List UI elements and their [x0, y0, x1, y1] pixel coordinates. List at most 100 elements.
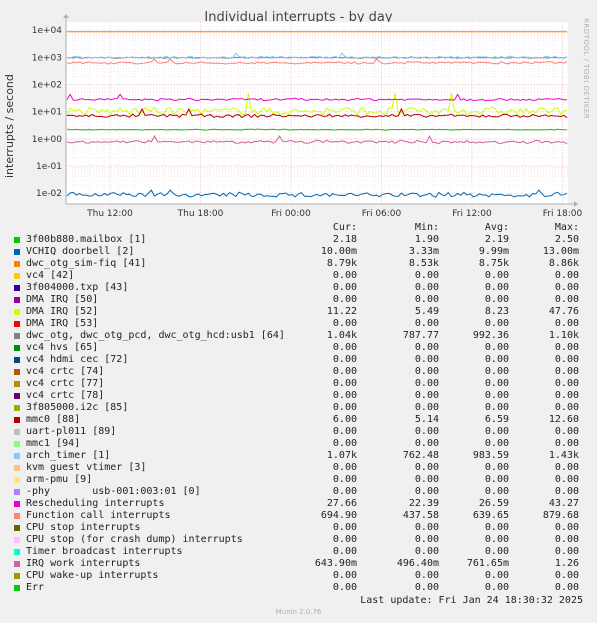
legend-series-name: 3f004000.txp [43]	[26, 282, 129, 293]
legend-avg-value: 0.00	[484, 534, 509, 545]
legend-max-value: 0.00	[554, 582, 579, 593]
legend-series-name: dwc_otg, dwc_otg_pcd, dwc_otg_hcd:usb1 […	[26, 330, 285, 341]
legend-cur-value: 0.00	[332, 318, 357, 329]
legend-swatch	[14, 501, 20, 507]
x-tick-label: Fri 06:00	[362, 209, 402, 219]
legend-cur-value: 8.79k	[326, 258, 357, 269]
legend-swatch	[14, 417, 20, 423]
legend-avg-value: 0.00	[484, 402, 509, 413]
legend-avg-value: 9.99m	[478, 246, 509, 257]
legend-avg-value: 0.00	[484, 570, 509, 581]
legend-cur-value: 643.90m	[314, 558, 357, 569]
legend-swatch	[14, 561, 20, 567]
legend-max-value: 0.00	[554, 378, 579, 389]
legend-min-value: 496.40m	[396, 558, 439, 569]
legend-row: kvm guest vtimer [3] 0.00 0.00 0.00 0.00	[14, 462, 584, 474]
y-tick-label: 1e-01	[36, 162, 62, 172]
legend-min-value: 0.00	[414, 390, 439, 401]
legend-max-value: 0.00	[554, 270, 579, 281]
legend-avg-value: 0.00	[484, 282, 509, 293]
legend-avg-value: 639.65	[472, 510, 509, 521]
legend-max-value: 0.00	[554, 486, 579, 497]
legend-swatch	[14, 249, 20, 255]
legend-max-value: 1.26	[554, 558, 579, 569]
legend-cur-value: 0.00	[332, 294, 357, 305]
legend-avg-value: 0.00	[484, 426, 509, 437]
legend-row: 3f805000.i2c [85] 0.00 0.00 0.00 0.00	[14, 402, 584, 414]
legend-swatch	[14, 429, 20, 435]
legend-series-name: arm-pmu [9]	[26, 474, 93, 485]
y-tick-label: 1e+02	[32, 81, 62, 91]
legend-max-value: 0.00	[554, 522, 579, 533]
legend-min-value: 1.90	[414, 234, 439, 245]
legend-swatch	[14, 441, 20, 447]
legend-row: vc4 crtc [77] 0.00 0.00 0.00 0.00	[14, 378, 584, 390]
legend-avg-value: 0.00	[484, 522, 509, 533]
legend-swatch	[14, 489, 20, 495]
legend-avg-value: 0.00	[484, 342, 509, 353]
legend-min-value: 0.00	[414, 342, 439, 353]
legend-series-name: kvm guest vtimer [3]	[26, 462, 147, 473]
legend-series-name: dwc_otg_sim-fiq [41]	[26, 258, 147, 269]
y-tick-label: 1e+03	[32, 53, 62, 63]
legend-max-value: 0.00	[554, 318, 579, 329]
x-tick-label: Fri 18:00	[543, 209, 583, 219]
legend-max-value: 43.27	[548, 498, 579, 509]
legend-min-value: 0.00	[414, 486, 439, 497]
x-axis-arrow	[574, 201, 578, 207]
legend-swatch	[14, 585, 20, 591]
legend-row: arch_timer [1] 1.07k 762.48 983.59 1.43k	[14, 450, 584, 462]
legend-cur-value: 0.00	[332, 474, 357, 485]
legend-min-value: 0.00	[414, 354, 439, 365]
legend-row: vc4 hdmi cec [72] 0.00 0.00 0.00 0.00	[14, 354, 584, 366]
legend-swatch	[14, 549, 20, 555]
legend-rows: 3f00b880.mailbox [1] 2.18 1.90 2.19 2.50 VCHI…	[14, 234, 584, 594]
legend-max-value: 0.00	[554, 546, 579, 557]
legend-row: Rescheduling interrupts 27.66 22.39 26.59 43…	[14, 498, 584, 510]
legend-row: uart-pl011 [89] 0.00 0.00 0.00 0.00	[14, 426, 584, 438]
legend-swatch	[14, 321, 20, 327]
legend-cur-value: 0.00	[332, 426, 357, 437]
x-tick-label: Fri 00:00	[271, 209, 311, 219]
legend-avg-value: 0.00	[484, 438, 509, 449]
last-update: Last update: Fri Jan 24 18:30:32 2025	[360, 595, 583, 606]
legend-avg-value: 0.00	[484, 582, 509, 593]
legend-max-value: 0.00	[554, 438, 579, 449]
legend-cur-value: 1.04k	[326, 330, 357, 341]
y-tick-label: 1e+01	[32, 108, 62, 118]
legend-cur-value: 694.90	[320, 510, 357, 521]
legend-avg-value: 0.00	[484, 486, 509, 497]
legend-min-value: 3.33m	[408, 246, 439, 257]
legend-row: arm-pmu [9] 0.00 0.00 0.00 0.00	[14, 474, 584, 486]
legend-max-value: 0.00	[554, 354, 579, 365]
legend-cur-value: 0.00	[332, 390, 357, 401]
legend-avg-value: 0.00	[484, 354, 509, 365]
legend-max-value: 879.68	[542, 510, 579, 521]
legend-row: -phy usb-001:003:01 [0] 0.00 0.00 0.00 0.00	[14, 486, 584, 498]
legend-avg-value: 26.59	[478, 498, 509, 509]
legend-min-value: 0.00	[414, 474, 439, 485]
x-tick-label: Thu 18:00	[177, 209, 224, 219]
legend-swatch	[14, 477, 20, 483]
legend-min-value: 762.48	[402, 450, 439, 461]
legend-row: vc4 crtc [74] 0.00 0.00 0.00 0.00	[14, 366, 584, 378]
legend-min-value: 0.00	[414, 294, 439, 305]
legend-cur-value: 0.00	[332, 534, 357, 545]
legend-min-value: 0.00	[414, 402, 439, 413]
legend-cur-value: 0.00	[332, 366, 357, 377]
legend-cur-value: 0.00	[332, 438, 357, 449]
legend-max-value: 13.00m	[542, 246, 579, 257]
legend-series-name: DMA IRQ [53]	[26, 318, 99, 329]
legend-row: mmc0 [88] 6.00 5.14 6.59 12.60	[14, 414, 584, 426]
legend-max-value: 0.00	[554, 282, 579, 293]
legend-swatch	[14, 285, 20, 291]
legend-row: CPU stop (for crash dump) interrupts 0.00…	[14, 534, 584, 546]
legend-max-value: 0.00	[554, 474, 579, 485]
legend-swatch	[14, 297, 20, 303]
legend-max-value: 0.00	[554, 570, 579, 581]
legend-series-name: VCHIQ doorbell [2]	[26, 246, 135, 257]
legend-avg-value: 0.00	[484, 378, 509, 389]
legend-cur-value: 0.00	[332, 522, 357, 533]
legend-max-value: 0.00	[554, 366, 579, 377]
legend-row: Timer broadcast interrupts 0.00 0.00 0.00 0.…	[14, 546, 584, 558]
